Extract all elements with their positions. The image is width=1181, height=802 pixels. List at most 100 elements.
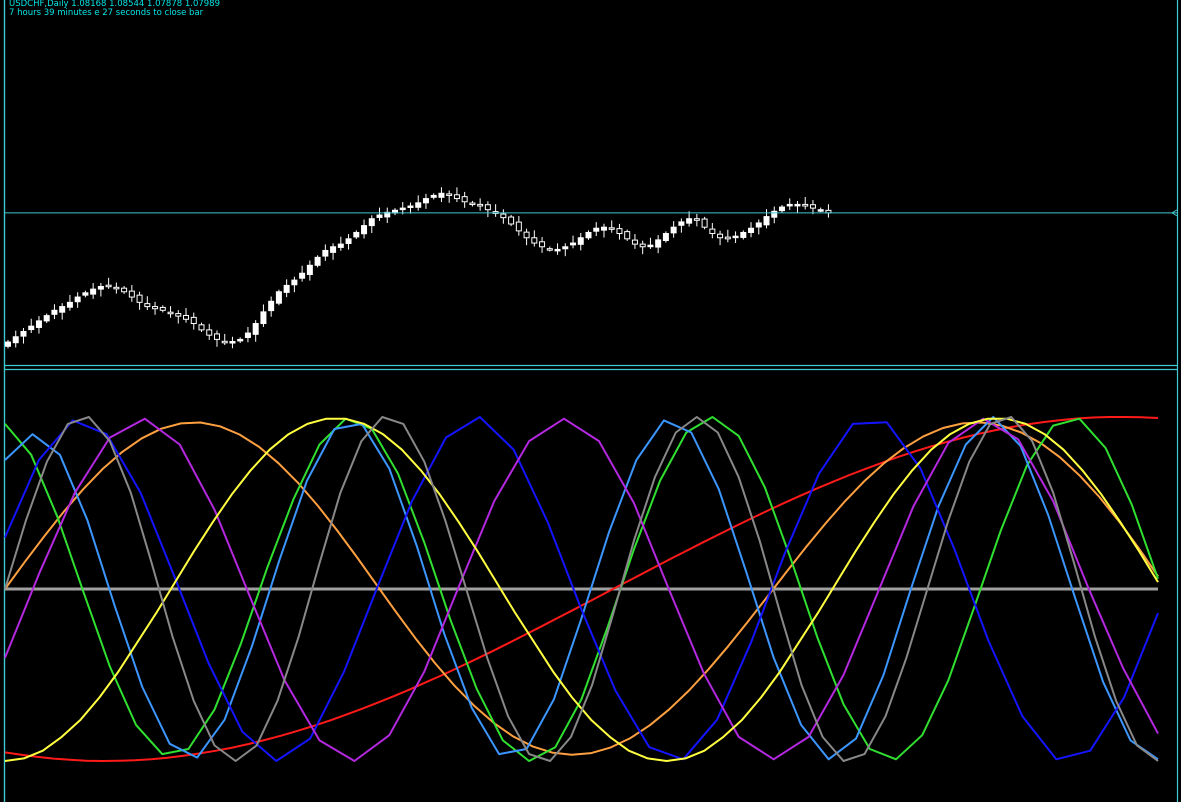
candle (353, 230, 360, 240)
candle-body (213, 333, 220, 340)
candle-body (453, 194, 460, 200)
candle (43, 313, 50, 323)
candle (740, 230, 747, 240)
candle (66, 294, 73, 311)
candle-body (446, 193, 453, 196)
candle (237, 337, 244, 344)
candle (453, 187, 460, 203)
candle (585, 230, 592, 240)
candle (779, 204, 785, 213)
candle (283, 279, 290, 298)
candle-body (593, 227, 600, 232)
candle (817, 207, 824, 213)
candle (477, 198, 484, 211)
candle-body (477, 203, 484, 207)
candle (28, 318, 35, 334)
candle-body (299, 272, 306, 279)
candle-body (608, 227, 615, 230)
candle-body (136, 294, 143, 303)
chart-window[interactable]: USDCHF,Daily 1.08168 1.08544 1.07878 1.0… (0, 0, 1181, 802)
candle (345, 234, 352, 250)
candle-body (121, 287, 128, 293)
candle-body (74, 296, 81, 303)
candle-body (167, 311, 174, 315)
candle-body (43, 315, 50, 322)
candle-body (90, 288, 97, 295)
candle (748, 222, 755, 238)
candle-body (415, 202, 422, 208)
candle (794, 200, 801, 214)
candle (244, 326, 251, 343)
candle (221, 333, 228, 345)
candle-body (152, 306, 159, 310)
candle-body (237, 338, 244, 342)
price-panel[interactable] (4, 187, 1178, 349)
candle (206, 323, 213, 340)
candle (484, 201, 491, 218)
candle-body (531, 237, 538, 244)
candle-body (105, 284, 112, 288)
candle-body (12, 336, 19, 344)
candle-body (66, 301, 73, 308)
candle-body (113, 286, 120, 290)
candle-body (183, 314, 190, 320)
candle (670, 221, 677, 238)
candle-body (128, 290, 135, 298)
candle (616, 223, 623, 240)
candle-body (407, 205, 414, 208)
candle-body (399, 207, 406, 211)
candle-body (515, 221, 522, 232)
candle (121, 286, 128, 294)
candle-body (361, 225, 368, 235)
candle (492, 204, 499, 217)
oscillator-panel[interactable] (4, 416, 1159, 762)
candle (755, 219, 762, 235)
candle (105, 277, 112, 289)
candle-body (291, 279, 298, 286)
candle (717, 230, 724, 246)
candle (159, 305, 166, 313)
candle (678, 218, 685, 233)
candle-body (693, 218, 700, 221)
candle (198, 322, 205, 332)
candle-body (252, 323, 259, 335)
candle (275, 289, 282, 306)
candle-body (353, 231, 360, 238)
candle (539, 237, 546, 253)
candle-body (786, 203, 793, 207)
candle (384, 207, 391, 223)
candle-body (570, 242, 577, 246)
candle (624, 229, 631, 241)
candle-body (631, 239, 638, 245)
candle-body (35, 320, 42, 328)
candle (554, 243, 561, 255)
candle-body (709, 228, 716, 235)
candle-body (59, 306, 66, 313)
candle-body (508, 216, 515, 225)
bar-countdown-label: 7 hours 39 minutes e 27 seconds to close… (9, 8, 204, 18)
candle (809, 199, 816, 215)
candle-body (554, 248, 561, 252)
candle (430, 193, 437, 200)
candle-body (771, 210, 778, 218)
candle-body (655, 239, 662, 248)
candle (825, 204, 832, 218)
candle (771, 206, 778, 224)
candle (5, 339, 11, 349)
candle-body (345, 238, 352, 244)
candle-body (275, 291, 282, 304)
candle (500, 209, 507, 224)
candle-body (662, 233, 669, 242)
candle (562, 243, 569, 257)
candle-body (268, 300, 275, 312)
candle (786, 198, 793, 210)
candle-body (5, 341, 11, 347)
chart-canvas[interactable] (0, 0, 1181, 802)
candle-body (330, 246, 337, 253)
candle (59, 303, 66, 320)
candle (152, 301, 159, 315)
candle (97, 283, 104, 297)
candle-body (461, 196, 468, 203)
candle-body (20, 330, 27, 337)
candle-body (28, 325, 35, 331)
